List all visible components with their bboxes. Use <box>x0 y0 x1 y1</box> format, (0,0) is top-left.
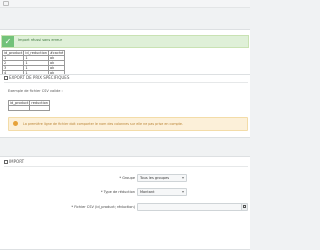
success-alert: ✓ Import réussi sans erreur <box>1 35 249 48</box>
browse-button[interactable] <box>241 204 247 210</box>
chevron-down-icon <box>182 191 184 193</box>
group-label: * Groupe <box>119 176 135 180</box>
table-header-cell: id_product <box>7 100 31 106</box>
example-table: id_product reduction <box>7 100 50 111</box>
import-section-title: IMPORT <box>4 159 24 164</box>
warning-alert-text: La première ligne de fichier doit compor… <box>23 122 184 126</box>
folder-icon <box>243 205 246 208</box>
discount-type-value: Montant <box>140 190 155 194</box>
warning-icon <box>13 121 18 126</box>
table-header-row: id_product id_reduction #caché <box>1 50 66 56</box>
divider <box>4 166 248 167</box>
home-icon[interactable] <box>3 1 9 6</box>
group-select[interactable]: Tous les groupes <box>137 174 187 182</box>
export-icon <box>4 76 8 80</box>
divider <box>4 82 248 83</box>
success-alert-text: Import réussi sans erreur <box>18 38 63 42</box>
table-header-cell: id_product <box>1 50 25 56</box>
csv-file-input[interactable] <box>137 203 248 211</box>
table-row <box>7 105 50 111</box>
check-icon: ✓ <box>2 36 14 47</box>
table-header-cell: #caché <box>47 50 66 56</box>
table-cell <box>29 105 50 111</box>
table-header-cell: id_reduction <box>23 50 49 56</box>
top-bar <box>0 0 250 8</box>
example-label: Exemple de fichier CSV valide : <box>8 89 63 93</box>
chevron-down-icon <box>182 177 184 179</box>
discount-type-select[interactable]: Montant <box>137 188 187 196</box>
csv-file-label: * Fichier CSV (id_product; réduction) <box>71 205 135 209</box>
results-table: id_product id_reduction #caché 1 1 ok 2 … <box>1 50 66 76</box>
export-section-title: EXPORT DE PRIX SPÉCIFIQUES <box>4 75 69 80</box>
discount-type-label: * Type de réduction <box>100 190 135 194</box>
import-icon <box>4 160 8 164</box>
group-select-value: Tous les groupes <box>140 176 170 180</box>
warning-alert: La première ligne de fichier doit compor… <box>8 117 248 131</box>
table-cell <box>7 105 31 111</box>
table-header-cell: reduction <box>29 100 50 106</box>
